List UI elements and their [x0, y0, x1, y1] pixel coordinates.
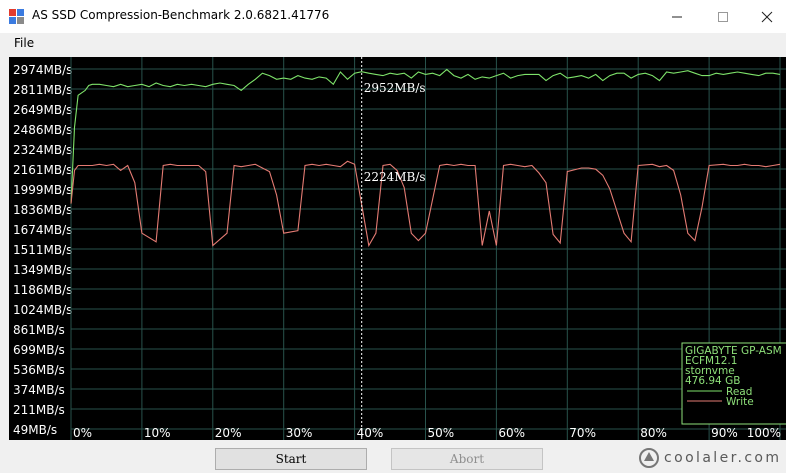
x-tick-label: 80% [640, 426, 667, 440]
close-icon [761, 11, 773, 22]
window-title: AS SSD Compression-Benchmark 2.0.6821.41… [32, 8, 330, 22]
x-tick-label: 50% [428, 426, 455, 440]
y-tick-label: 49MB/s [13, 423, 57, 437]
x-tick-label: 100% [747, 426, 781, 440]
y-tick-label: 1186MB/s [13, 283, 72, 297]
y-tick-label: 1999MB/s [13, 183, 72, 197]
x-tick-label: 0% [73, 426, 92, 440]
abort-button[interactable]: Abort [391, 448, 543, 470]
watermark: coolaler.com [612, 444, 786, 473]
x-tick-label: 10% [144, 426, 171, 440]
menu-bar: File [0, 33, 786, 55]
app-icon [9, 9, 25, 24]
y-tick-label: 2974MB/s [13, 63, 72, 77]
y-tick-label: 1511MB/s [13, 243, 72, 257]
y-tick-label: 2324MB/s [13, 143, 72, 157]
x-tick-label: 60% [498, 426, 525, 440]
benchmark-chart: 2974MB/s 2811MB/s 2649MB/s 2486MB/s 2324MB/s… [9, 57, 786, 440]
x-tick-label: 70% [569, 426, 596, 440]
minimize-icon [672, 16, 682, 17]
y-tick-label: 1349MB/s [13, 263, 72, 277]
title-bar: AS SSD Compression-Benchmark 2.0.6821.41… [0, 0, 786, 33]
y-tick-label: 536MB/s [13, 363, 65, 377]
start-button[interactable]: Start [215, 448, 367, 470]
y-tick-label: 1674MB/s [13, 223, 72, 237]
watermark-text: coolaler.com [664, 450, 782, 466]
close-button[interactable] [744, 0, 786, 33]
y-tick-label: 211MB/s [13, 403, 65, 417]
x-tick-label: 90% [711, 426, 738, 440]
y-tick-label: 1836MB/s [13, 203, 72, 217]
y-tick-label: 374MB/s [13, 383, 65, 397]
maximize-button[interactable] [700, 0, 746, 33]
y-tick-label: 2161MB/s [13, 163, 72, 177]
maximize-icon [718, 11, 728, 22]
y-tick-label: 861MB/s [13, 323, 65, 337]
x-tick-label: 40% [357, 426, 384, 440]
legend-label-write: Write [726, 396, 754, 408]
y-tick-label: 2811MB/s [13, 83, 72, 97]
x-tick-label: 20% [215, 426, 242, 440]
cursor-write-label: 2224MB/s [364, 170, 426, 184]
minimize-button[interactable] [654, 0, 700, 33]
benchmark-chart-svg: 2974MB/s 2811MB/s 2649MB/s 2486MB/s 2324MB/s… [13, 57, 786, 440]
cursor-read-label: 2952MB/s [364, 81, 426, 95]
x-tick-label: 30% [286, 426, 313, 440]
menu-file[interactable]: File [14, 36, 34, 50]
watermark-logo-icon [639, 448, 659, 468]
y-tick-label: 699MB/s [13, 343, 65, 357]
y-tick-label: 2649MB/s [13, 103, 72, 117]
y-tick-label: 2486MB/s [13, 123, 72, 137]
y-tick-label: 1024MB/s [13, 303, 72, 317]
